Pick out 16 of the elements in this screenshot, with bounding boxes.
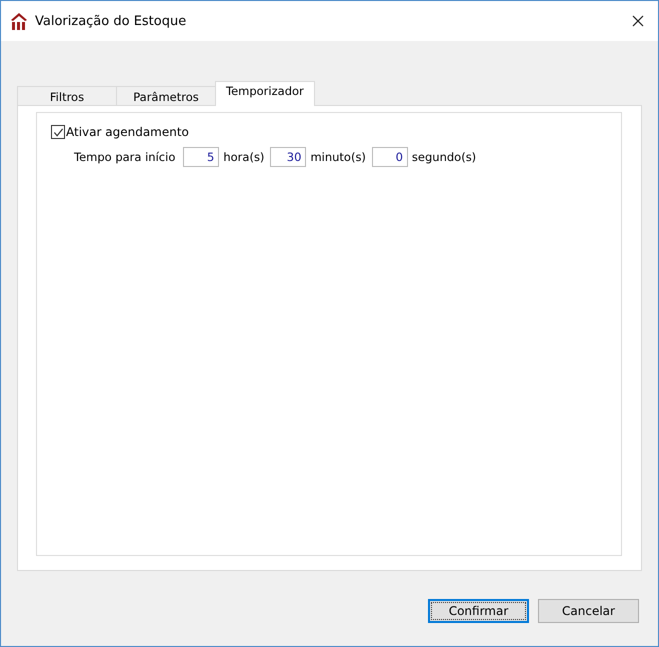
schedule-checkbox[interactable]: Ativar agendamento [51,125,189,139]
close-icon[interactable] [632,15,644,27]
start-time-label: Tempo para início [74,150,176,164]
check-icon [52,126,64,138]
window-title: Valorização do Estoque [35,14,188,28]
tab[interactable]: Filtros [17,86,117,106]
tab[interactable]: Temporizador [215,81,315,106]
unit-label: hora(s) [223,150,264,164]
dialog-button[interactable]: Confirmar [428,599,529,623]
number-field[interactable]: 0 [372,147,408,167]
unit-label: segundo(s) [412,150,476,164]
unit-label: minuto(s) [310,150,366,164]
app-logo-icon [10,12,28,30]
number-field[interactable]: 30 [270,147,306,167]
dialog-button[interactable]: Cancelar [538,599,639,623]
number-field[interactable]: 5 [183,147,220,167]
